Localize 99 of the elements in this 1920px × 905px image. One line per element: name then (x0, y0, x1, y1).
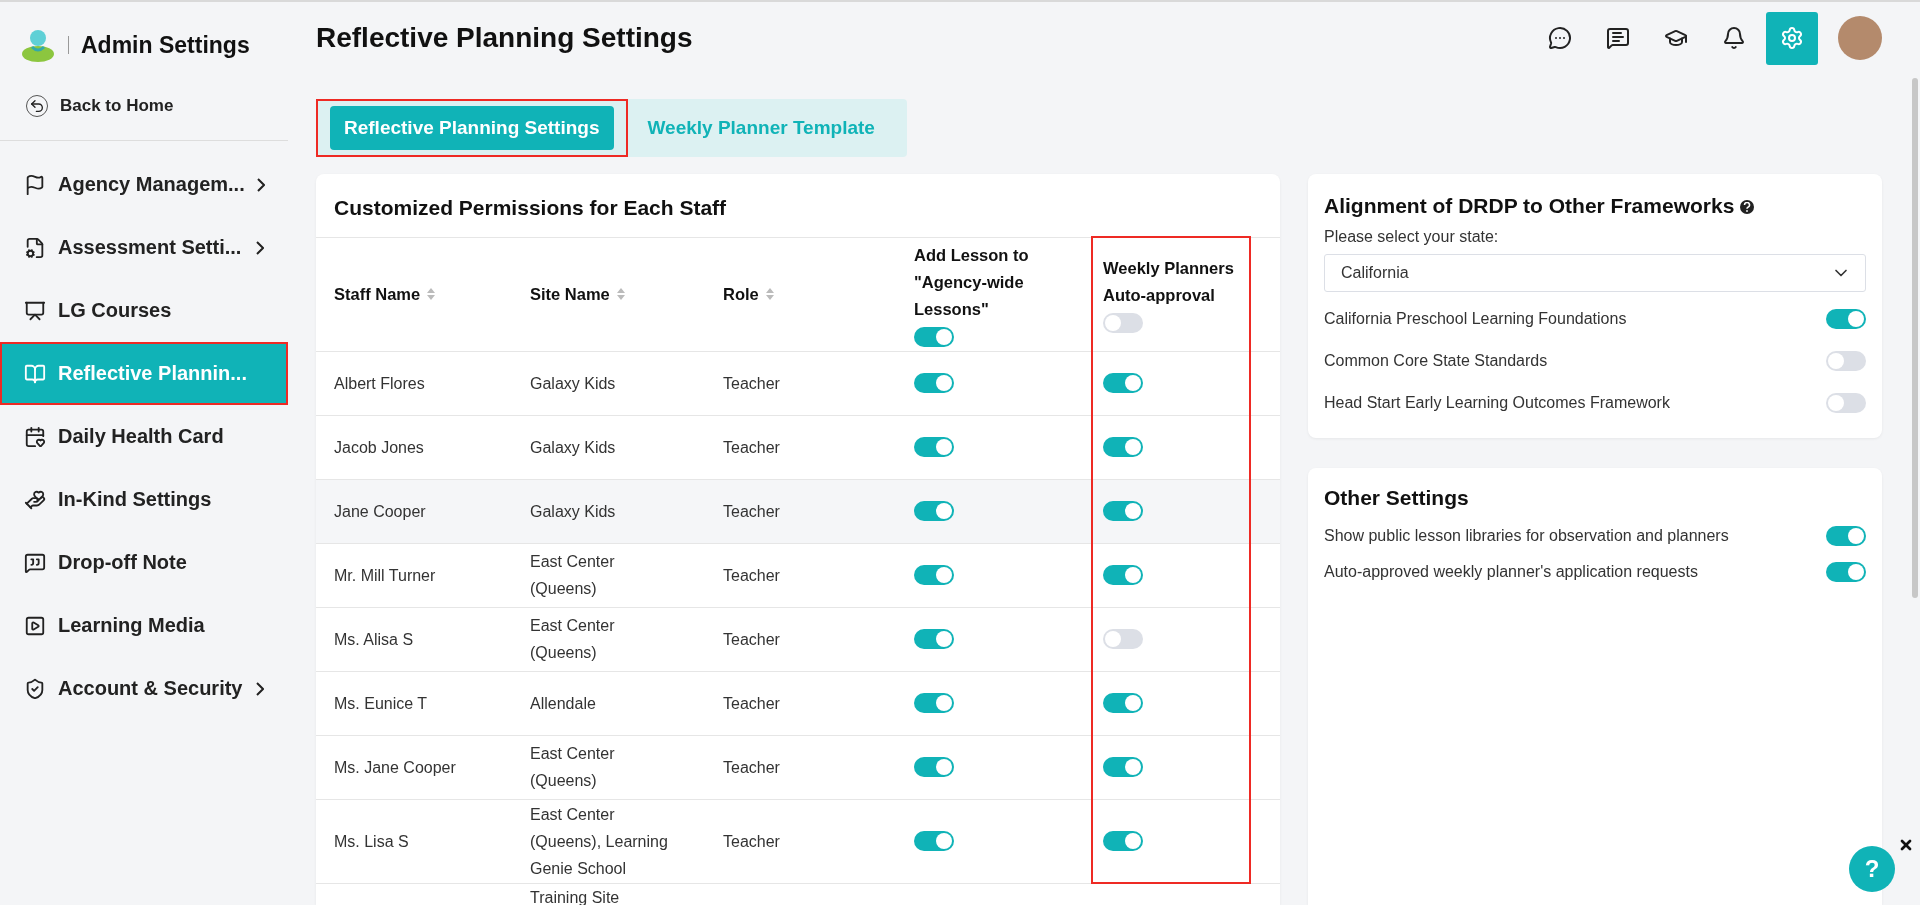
toggle-switch[interactable] (914, 629, 954, 649)
message-list-icon (1606, 26, 1630, 50)
table-cell: Jane Cooper (334, 502, 426, 520)
card-title: Alignment of DRDP to Other Frameworks (1324, 174, 1866, 228)
toggle-switch[interactable] (914, 693, 954, 713)
flag-icon (24, 173, 46, 196)
column-header: Staff Name (334, 283, 421, 305)
book-icon (24, 362, 46, 385)
hand-heart-icon (24, 488, 46, 511)
table-cell-text: Galaxy Kids (530, 501, 616, 522)
toggle-switch[interactable] (1826, 393, 1866, 413)
chevron-right-icon (256, 681, 264, 696)
page-title: Reflective Planning Settings (316, 22, 694, 54)
setting-label: Show public lesson libraries for observation and planners (1324, 527, 1729, 545)
close-icon[interactable] (1898, 837, 1914, 853)
settings-icon (1780, 26, 1804, 50)
sort-icon[interactable] (426, 287, 437, 301)
table-cell-text: Galaxy Kids (530, 437, 616, 458)
sidebar-item[interactable]: Account & Security (0, 657, 288, 720)
scrollbar[interactable] (1912, 78, 1918, 598)
state-select[interactable]: California (1324, 254, 1866, 292)
sidebar-item[interactable]: Daily Health Card (0, 405, 288, 468)
table-cell: Teacher (723, 832, 780, 850)
toggle-switch[interactable] (1826, 309, 1866, 329)
table-cell: Ms. Jane Cooper (334, 758, 456, 776)
toggle-switch[interactable] (1826, 351, 1866, 371)
table-cell-text: East Center (Queens) (530, 616, 616, 663)
sidebar-item[interactable]: Assessment Setti... (0, 216, 288, 279)
shield-check-icon (24, 677, 46, 700)
table-cell: Mr. Mill Turner (334, 566, 436, 584)
column-header: Add Lesson to "Agency-wide Lessons" (914, 244, 1030, 320)
presentation-board-icon (24, 299, 46, 322)
toggle-switch[interactable] (914, 437, 954, 457)
field-label: Please select your state: (1324, 228, 1500, 246)
sidebar-item[interactable]: Learning Media (0, 594, 288, 657)
toggle-switch[interactable] (1103, 565, 1143, 585)
toggle-switch[interactable] (1103, 693, 1143, 713)
table-cell-text: East Center (Queens) (530, 552, 616, 599)
setting-label: Common Core State Standards (1324, 352, 1548, 370)
sidebar-item[interactable]: LG Courses (0, 279, 288, 342)
table-cell: Teacher (723, 694, 780, 712)
sidebar-item[interactable]: Agency Managem... (0, 153, 288, 216)
toggle-switch[interactable] (914, 757, 954, 777)
table-cell-text: East Center (Queens) (530, 744, 616, 791)
setting-label: Auto-approved weekly planner's application requests (1324, 563, 1698, 581)
settings-button[interactable] (1766, 11, 1818, 65)
chevron-right-icon (256, 177, 265, 192)
table-cell-text: Training Site (530, 887, 620, 905)
column-header: Role (723, 283, 759, 305)
help-icon[interactable] (1740, 200, 1755, 215)
table-cell: Teacher (723, 502, 780, 520)
toggle-switch[interactable] (1103, 373, 1143, 393)
table-cell: Teacher (723, 438, 780, 456)
sort-icon[interactable] (615, 287, 626, 301)
table-cell: Ms. Lisa S (334, 832, 409, 850)
toggle-switch[interactable] (1103, 313, 1143, 334)
table-cell: Teacher (723, 374, 780, 392)
message-note-icon (24, 551, 46, 574)
avatar[interactable] (1838, 16, 1882, 60)
toggle-switch[interactable] (1103, 437, 1143, 457)
toggle-switch[interactable] (914, 501, 954, 521)
play-icon (24, 614, 46, 637)
table-cell: Teacher (723, 566, 780, 584)
toggle-switch[interactable] (1103, 830, 1143, 851)
app-title: Admin Settings (81, 31, 250, 59)
column-header: Weekly Planners Auto-approval (1103, 258, 1235, 307)
table-cell-text: Allendale (530, 693, 596, 714)
table-cell: Teacher (723, 630, 780, 648)
table-cell: Ms. Eunice T (334, 694, 428, 712)
table-cell: Teacher (723, 758, 780, 776)
card-title: Other Settings (1324, 485, 1470, 511)
table-cell-text: East Center (Queens), Learning Genie School (530, 804, 669, 879)
table-cell: Albert Flores (334, 374, 425, 392)
back-link[interactable]: Back to Home (0, 72, 288, 140)
toggle-switch[interactable] (1826, 562, 1866, 582)
document-gear-icon (24, 236, 46, 259)
toggle-switch[interactable] (914, 565, 954, 585)
chevron-right-icon (256, 240, 264, 255)
logo-icon (20, 27, 56, 63)
column-header: Site Name (530, 283, 610, 305)
sidebar-item[interactable]: Drop-off Note (0, 531, 288, 594)
setting-label: California Preschool Learning Foundations (1324, 310, 1627, 328)
toggle-switch[interactable] (1826, 526, 1866, 546)
table-cell: Jacob Jones (334, 438, 424, 456)
sort-icon[interactable] (764, 287, 775, 301)
toggle-switch[interactable] (914, 326, 954, 347)
toggle-switch[interactable] (914, 831, 954, 851)
toggle-switch[interactable] (914, 373, 954, 393)
card-title: Customized Permissions for Each Staff (333, 195, 728, 221)
toggle-switch[interactable] (1103, 501, 1143, 521)
chat-icon (1548, 26, 1572, 50)
toggle-switch[interactable] (1103, 757, 1143, 777)
setting-label: Head Start Early Learning Outcomes Framework (1324, 394, 1670, 412)
table-cell: Ms. Alisa S (334, 630, 414, 648)
calendar-heart-icon (24, 425, 46, 448)
sidebar-item[interactable]: In-Kind Settings (0, 468, 288, 531)
table-cell-text: Galaxy Kids (530, 373, 616, 394)
toggle-switch[interactable] (1103, 629, 1143, 649)
bell-icon (1722, 26, 1746, 50)
